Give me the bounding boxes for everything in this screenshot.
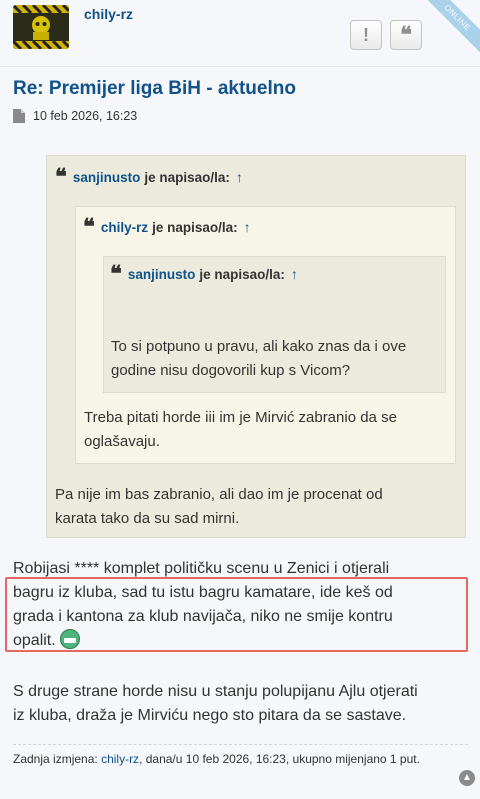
quote-inner-wrote: je napisao/la: xyxy=(199,266,285,282)
quote-inner-jump-icon[interactable]: ↑ xyxy=(291,266,298,282)
edit-suffix: , dana/u 10 feb 2026, 16:23, ukupno mije… xyxy=(139,752,420,766)
quote-mark-icon: ❝ xyxy=(83,214,95,240)
quote-middle-text: Treba pitati horde iii im je Mirvić zabr… xyxy=(84,406,397,454)
quote-outer-wrote: je napisao/la: xyxy=(144,169,230,185)
edit-divider xyxy=(13,744,468,745)
quote-inner-cite: ❝ sanjinusto je napisao/la: ↑ xyxy=(110,263,298,285)
selection-highlight-box xyxy=(5,577,468,652)
post-meta: 10 feb 2026, 16:23 xyxy=(13,109,137,123)
quote-middle-jump-icon[interactable]: ↑ xyxy=(244,219,251,235)
quote-middle-line: Treba pitati horde iii im je Mirvić zabr… xyxy=(84,409,397,426)
body-line: iz kluba, draža je Mirviću nego sto pita… xyxy=(13,707,407,724)
post-author-link[interactable]: chily-rz xyxy=(84,6,133,22)
quote-outer-author[interactable]: sanjinusto xyxy=(73,170,141,185)
post-body-paragraph: S druge strane horde nisu u stanju polup… xyxy=(13,680,473,728)
quote-inner-author[interactable]: sanjinusto xyxy=(128,267,196,282)
quote-outer-line: karata tako da su sad mirni. xyxy=(55,510,240,527)
edit-notice: Zadnja izmjena: chily-rz, dana/u 10 feb … xyxy=(13,752,420,766)
quote-middle-author[interactable]: chily-rz xyxy=(101,220,148,235)
post-container: chily-rz ! ❝ ONLINE Re: Premijer liga Bi… xyxy=(0,0,480,799)
quote-mark-icon: ❝ xyxy=(55,164,67,190)
quote-icon: ❝ xyxy=(400,22,412,48)
report-button[interactable]: ! xyxy=(350,20,382,50)
quote-middle-cite: ❝ chily-rz je napisao/la: ↑ xyxy=(83,216,251,238)
quote-button[interactable]: ❝ xyxy=(390,20,422,50)
quote-inner-line: godine nisu dogovorili kup s Vicom? xyxy=(111,362,351,379)
post-timestamp: 10 feb 2026, 16:23 xyxy=(33,109,138,123)
quote-inner: ❝ sanjinusto je napisao/la: ↑ To si potp… xyxy=(103,256,446,393)
quote-inner-line: To si potpuno u pravu, ali kako znas da … xyxy=(111,338,407,355)
quote-outer-line: Pa nije im bas zabranio, ali dao im je p… xyxy=(55,486,383,503)
body-line: S druge strane horde nisu u stanju polup… xyxy=(13,683,418,700)
post-file-icon xyxy=(13,109,25,123)
quote-middle-wrote: je napisao/la: xyxy=(152,219,238,235)
quote-inner-text: To si potpuno u pravu, ali kako znas da … xyxy=(111,335,406,383)
online-badge: ONLINE xyxy=(419,0,480,56)
post-title[interactable]: Re: Premijer liga BiH - aktuelno xyxy=(13,78,296,100)
user-avatar[interactable] xyxy=(13,5,69,49)
edit-editor-link[interactable]: chily-rz xyxy=(101,752,139,766)
quote-outer-text: Pa nije im bas zabranio, ali dao im je p… xyxy=(55,483,383,531)
quote-mark-icon: ❝ xyxy=(110,261,122,287)
header-divider xyxy=(0,66,480,67)
edit-prefix: Zadnja izmjena: xyxy=(13,752,98,766)
quote-outer-cite: ❝ sanjinusto je napisao/la: ↑ xyxy=(55,166,243,188)
quote-middle-line: oglašavaju. xyxy=(84,433,160,450)
back-to-top-icon[interactable]: ▲ xyxy=(459,770,475,786)
quote-outer-jump-icon[interactable]: ↑ xyxy=(236,169,243,185)
report-icon: ! xyxy=(363,24,369,45)
